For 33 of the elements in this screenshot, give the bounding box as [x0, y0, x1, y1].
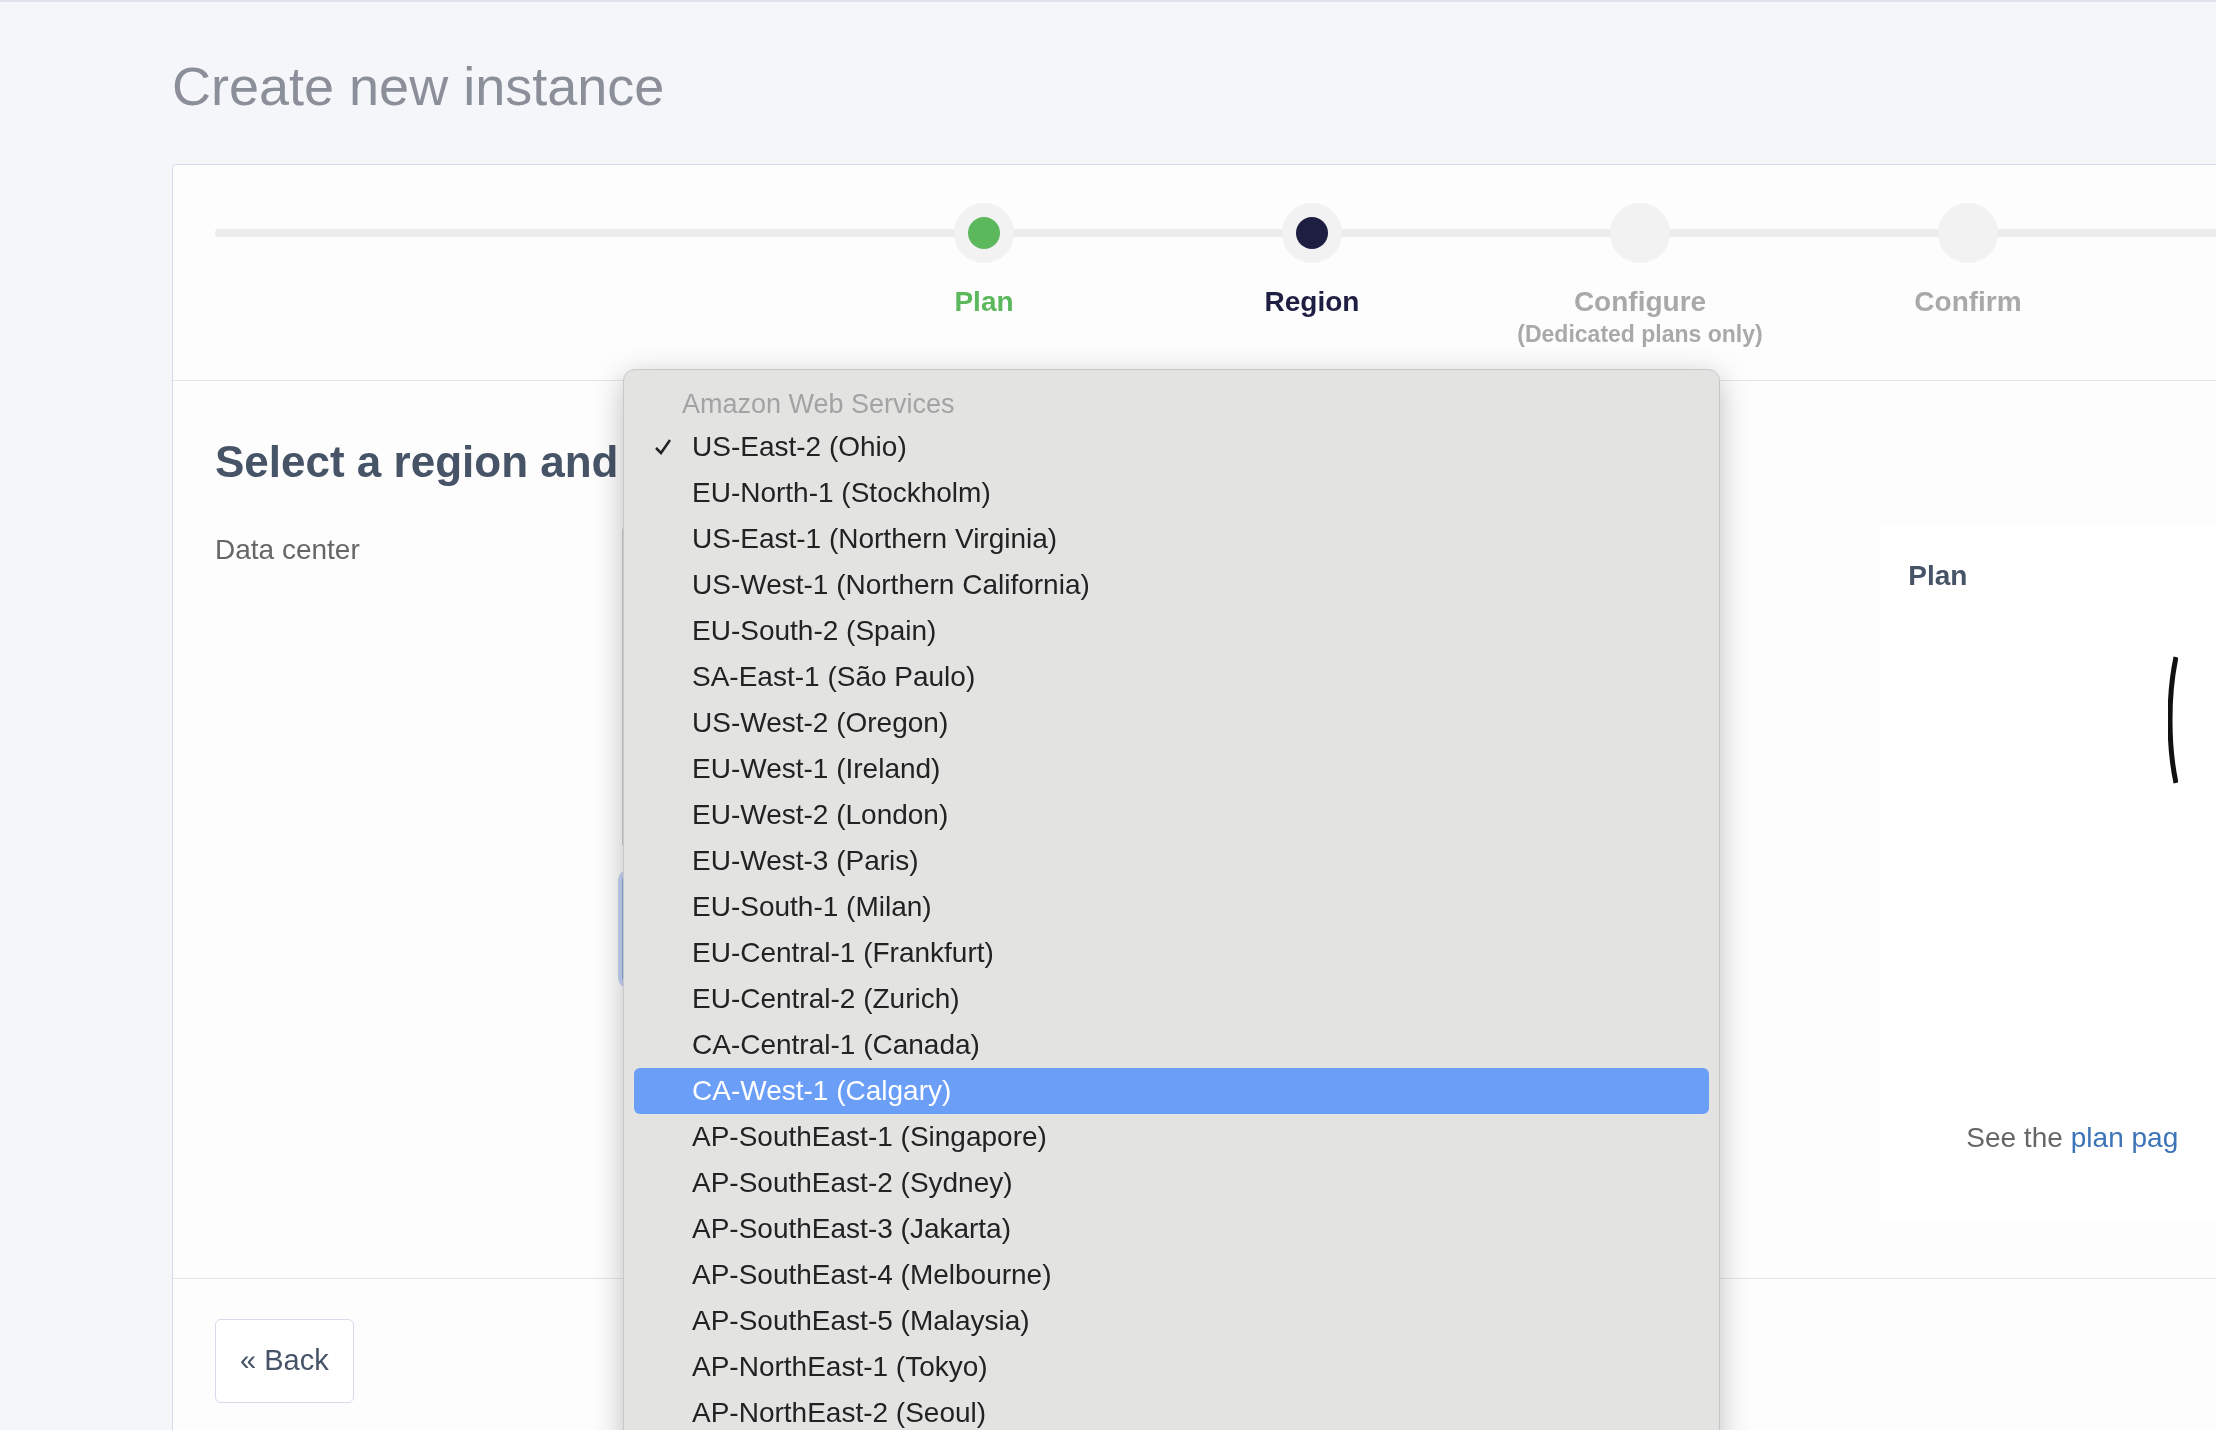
page-title: Create new instance [172, 55, 665, 118]
dropdown-option[interactable]: EU-South-2 (Spain) [634, 608, 1709, 654]
plan-note: See the [1966, 1121, 2063, 1155]
dropdown-option[interactable]: AP-SouthEast-3 (Jakarta) [634, 1206, 1709, 1252]
plan-title: Plan [1908, 559, 1968, 593]
dropdown-option[interactable]: US-East-1 (Northern Virginia) [634, 516, 1709, 562]
dropdown-option[interactable]: EU-Central-1 (Frankfurt) [634, 930, 1709, 976]
dropdown-option[interactable]: EU-West-1 (Ireland) [634, 746, 1709, 792]
dropdown-option[interactable]: AP-SouthEast-1 (Singapore) [634, 1114, 1709, 1160]
section-heading: Select a region and [215, 436, 620, 488]
plan-page-link[interactable]: plan pag [2070, 1117, 2179, 1159]
dropdown-option[interactable]: EU-South-1 (Milan) [634, 884, 1709, 930]
dropdown-option[interactable]: AP-NorthEast-2 (Seoul) [634, 1390, 1709, 1430]
dropdown-option[interactable]: CA-Central-1 (Canada) [634, 1022, 1709, 1068]
dropdown-option[interactable]: EU-West-2 (London) [634, 792, 1709, 838]
dropdown-option[interactable]: EU-West-3 (Paris) [634, 838, 1709, 884]
back-button[interactable]: « Back [215, 1319, 354, 1403]
dropdown-option[interactable]: EU-Central-2 (Zurich) [634, 976, 1709, 1022]
dropdown-option[interactable]: AP-NorthEast-1 (Tokyo) [634, 1344, 1709, 1390]
dropdown-option[interactable]: SA-East-1 (São Paulo) [634, 654, 1709, 700]
arc-icon [2168, 655, 2179, 785]
step-sublabel: (Dedicated plans only) [1517, 320, 1763, 349]
step-label[interactable]: Region [1264, 285, 1360, 319]
dropdown-option[interactable]: US-West-2 (Oregon) [634, 700, 1709, 746]
checkmark-icon [653, 437, 673, 457]
dropdown-group-label: Amazon Web Services [682, 388, 955, 421]
field-label: Data center [215, 533, 360, 567]
dropdown-option[interactable]: US-West-1 (Northern California) [634, 562, 1709, 608]
dropdown-option[interactable]: EU-North-1 (Stockholm) [634, 470, 1709, 516]
dropdown-option[interactable]: AP-SouthEast-4 (Melbourne) [634, 1252, 1709, 1298]
dropdown-option[interactable]: US-East-2 (Ohio) [634, 424, 1709, 470]
dropdown-option[interactable]: AP-SouthEast-2 (Sydney) [634, 1160, 1709, 1206]
dropdown-option[interactable]: AP-SouthEast-5 (Malaysia) [634, 1298, 1709, 1344]
